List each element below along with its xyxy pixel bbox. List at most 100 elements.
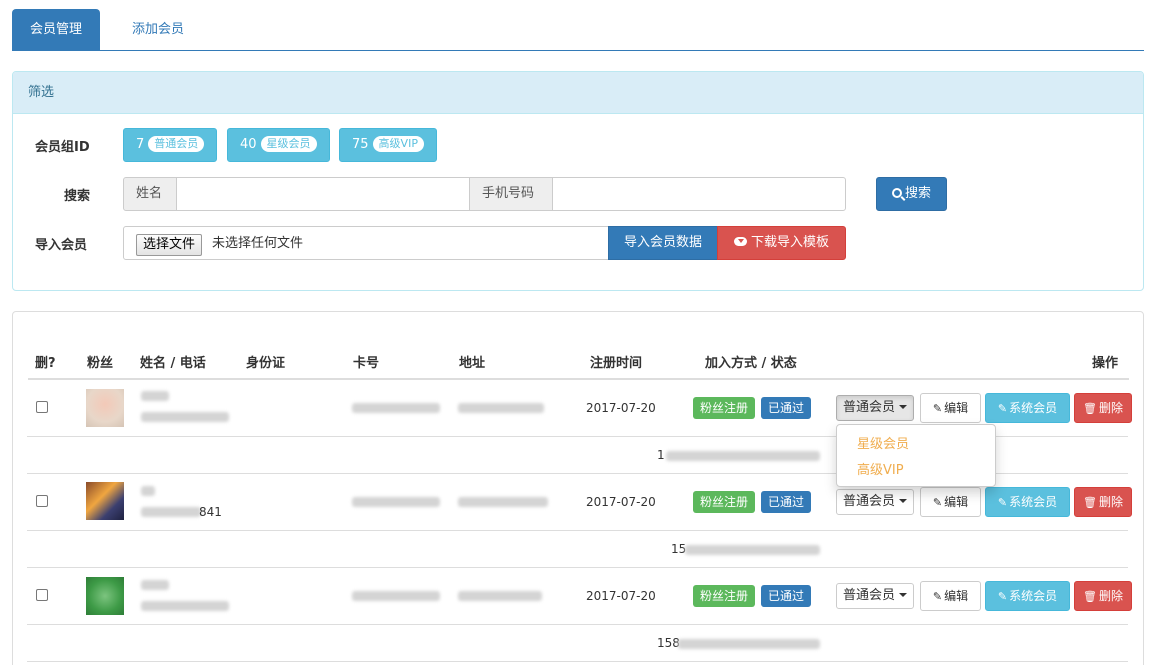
member-group-select[interactable]: 普通会员: [836, 583, 915, 609]
tab-member-management[interactable]: 会员管理: [12, 9, 100, 50]
system-member-label: 系统会员: [1009, 495, 1058, 509]
edit-icon: ✎: [932, 496, 943, 509]
phone-redacted: [141, 412, 229, 422]
group-button-75[interactable]: 75 高级VIP: [339, 128, 437, 162]
import-label: 导入会员: [35, 238, 88, 253]
caret-down-icon: [899, 593, 908, 597]
delete-label: 删除: [1098, 401, 1123, 415]
system-member-button[interactable]: ✎ 系统会员: [985, 487, 1070, 517]
sub-info-prefix: 15: [671, 542, 687, 556]
phone-addon: 手机号码: [469, 177, 553, 211]
group-id: 40: [240, 137, 257, 152]
row-divider: [27, 530, 1128, 531]
dropdown-item-senior-vip[interactable]: 高级VIP: [857, 459, 904, 478]
card-redacted: [352, 403, 440, 413]
avatar: [86, 577, 124, 615]
delete-button[interactable]: 🗑 删除: [1074, 393, 1132, 423]
card-redacted: [352, 591, 440, 601]
search-label: 搜索: [64, 189, 91, 204]
filter-heading: 筛选: [13, 72, 1143, 114]
reg-date: 2017-07-20: [586, 495, 656, 509]
address-redacted: [458, 497, 548, 507]
file-status: 未选择任何文件: [212, 236, 304, 251]
edit-button[interactable]: ✎ 编辑: [920, 487, 981, 517]
row-checkbox[interactable]: [36, 401, 48, 413]
delete-label: 删除: [1098, 589, 1123, 603]
search-button[interactable]: 搜索: [876, 177, 947, 211]
download-template-button[interactable]: 下载导入模板: [717, 226, 846, 260]
join-method-badge: 粉丝注册: [693, 491, 756, 513]
group-id: 7: [136, 137, 145, 152]
edit-icon: ✎: [932, 590, 943, 603]
group-id-label: 会员组ID: [35, 140, 90, 155]
system-member-label: 系统会员: [1009, 401, 1058, 415]
filter-panel: 筛选 会员组ID 7 普通会员 40 星级会员 75 高级VIP 搜索 姓名 手机号码…: [12, 71, 1144, 291]
member-group-value: 普通会员: [843, 494, 896, 509]
member-group-select[interactable]: 普通会员: [836, 489, 915, 515]
member-group-select[interactable]: 普通会员: [836, 395, 915, 421]
col-fans: 粉丝: [87, 356, 114, 371]
choose-file-button[interactable]: 选择文件: [136, 234, 203, 256]
tab-add-member[interactable]: 添加会员: [116, 9, 200, 50]
sub-info-redacted: [678, 639, 820, 649]
edit-label: 编辑: [944, 589, 969, 603]
group-button-40[interactable]: 40 星级会员: [227, 128, 330, 162]
dropdown-item-star-member[interactable]: 星级会员: [857, 433, 909, 452]
phone-suffix: 841: [199, 505, 222, 519]
sub-info-prefix: 158: [657, 636, 680, 650]
search-icon: [891, 188, 906, 201]
avatar: [86, 389, 124, 427]
delete-label: 删除: [1098, 495, 1123, 509]
address-redacted: [458, 591, 542, 601]
join-method-badge: 粉丝注册: [693, 585, 756, 607]
sub-info-redacted: [685, 545, 820, 555]
col-delete: 删?: [35, 356, 56, 371]
cloud-download-icon: [733, 237, 747, 246]
group-button-7[interactable]: 7 普通会员: [123, 128, 218, 162]
phone-redacted: [141, 601, 229, 611]
col-address: 地址: [459, 356, 486, 371]
import-data-button[interactable]: 导入会员数据: [608, 226, 718, 260]
caret-down-icon: [899, 499, 908, 503]
member-group-dropdown-menu: 星级会员 高级VIP: [836, 424, 996, 487]
trash-icon: 🗑: [1083, 590, 1097, 603]
edit-icon: ✎: [997, 402, 1008, 415]
system-member-button[interactable]: ✎ 系统会员: [985, 393, 1070, 423]
group-badge: 高级VIP: [372, 136, 424, 152]
member-group-value: 普通会员: [843, 588, 896, 603]
col-card-no: 卡号: [353, 356, 380, 371]
name-input[interactable]: [176, 177, 470, 211]
row-checkbox[interactable]: [36, 589, 48, 601]
search-button-label: 搜索: [904, 186, 931, 201]
edit-button[interactable]: ✎ 编辑: [920, 393, 981, 423]
name-redacted: [141, 486, 155, 496]
join-method-badge: 粉丝注册: [693, 397, 756, 419]
name-redacted: [141, 580, 169, 590]
reg-date: 2017-07-20: [586, 589, 656, 603]
card-redacted: [352, 497, 440, 507]
row-checkbox[interactable]: [36, 495, 48, 507]
member-group-value: 普通会员: [843, 400, 896, 415]
col-actions: 操作: [1092, 356, 1119, 371]
row-divider: [27, 567, 1128, 568]
caret-down-icon: [899, 405, 908, 409]
download-template-label: 下载导入模板: [750, 235, 829, 250]
name-addon: 姓名: [123, 177, 177, 211]
delete-button[interactable]: 🗑 删除: [1074, 581, 1132, 611]
reg-date: 2017-07-20: [586, 401, 656, 415]
group-id: 75: [352, 137, 369, 152]
status-badge: 已通过: [761, 397, 812, 419]
col-name-phone: 姓名 / 电话: [140, 356, 206, 371]
avatar: [86, 482, 124, 520]
edit-button[interactable]: ✎ 编辑: [920, 581, 981, 611]
system-member-label: 系统会员: [1009, 589, 1058, 603]
edit-icon: ✎: [997, 590, 1008, 603]
file-input[interactable]: 选择文件 未选择任何文件: [123, 226, 609, 260]
address-redacted: [458, 403, 544, 413]
edit-label: 编辑: [944, 495, 969, 509]
system-member-button[interactable]: ✎ 系统会员: [985, 581, 1070, 611]
delete-button[interactable]: 🗑 删除: [1074, 487, 1132, 517]
status-badge: 已通过: [761, 491, 812, 513]
sub-info-redacted: [666, 451, 820, 461]
phone-input[interactable]: [552, 177, 846, 211]
